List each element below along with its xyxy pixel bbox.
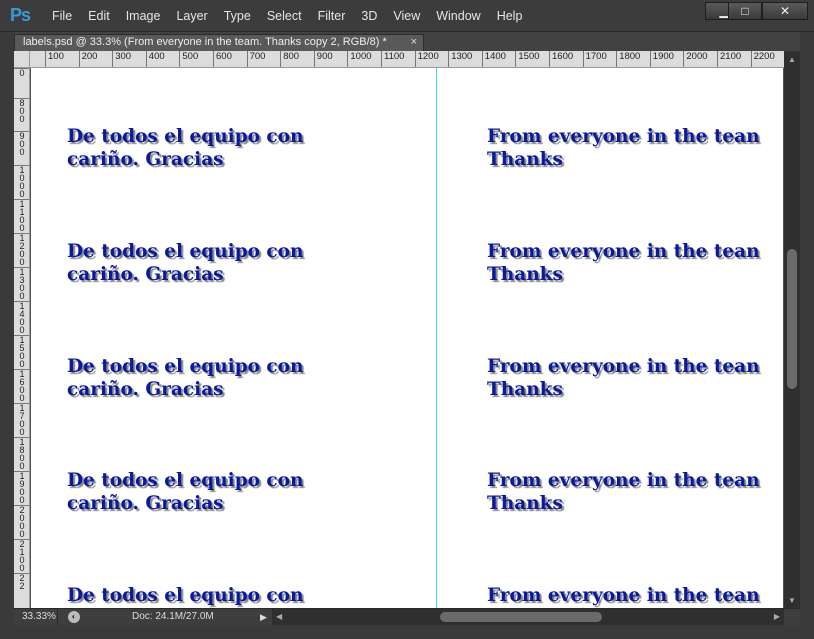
ruler-h-tick: 500	[179, 51, 198, 67]
document-info: Doc: 24.1M/27.0M	[132, 611, 214, 622]
label-text-left[interactable]: De todos el equipo con cariño. Gracias	[67, 355, 303, 401]
ruler-v-tick: 9 0 0	[14, 131, 29, 157]
label-text-right[interactable]: From everyone in the tean Thanks	[487, 355, 760, 401]
ruler-v-tick: 1 4 0 0	[14, 301, 29, 335]
ruler-h-tick: 2000	[683, 51, 708, 67]
ruler-h-tick: 1400	[481, 51, 506, 67]
ruler-v-tick: 1 0 0 0	[14, 165, 29, 199]
label-text-right[interactable]: From everyone in the tean Thanks	[487, 469, 760, 515]
ruler-v-tick: 1 8 0 0	[14, 437, 29, 471]
label-text-left[interactable]: De todos el equipo con cariño. Gracias	[67, 240, 303, 286]
ruler-v-tick: 1 9 0 0	[14, 471, 29, 505]
menu-filter[interactable]: Filter	[310, 0, 354, 32]
ruler-h-tick: 300	[112, 51, 131, 67]
ruler-v-tick: 1 6 0 0	[14, 369, 29, 403]
label-text-left[interactable]: De todos el equipo con	[67, 584, 303, 607]
ruler-v-tick: 1 1 0 0	[14, 199, 29, 233]
ruler-h-tick: 1500	[515, 51, 540, 67]
ruler-h-tick: 600	[213, 51, 232, 67]
label-text-right[interactable]: From everyone in the tean Thanks	[487, 240, 760, 286]
ruler-h-tick: 1800	[616, 51, 640, 67]
document-tab-strip: labels.psd @ 33.3% (From everyone in the…	[14, 32, 800, 51]
tab-close-icon[interactable]: ×	[411, 35, 417, 50]
right-panel	[800, 32, 814, 639]
menu-select[interactable]: Select	[259, 0, 310, 32]
scroll-down-icon[interactable]: ▼	[784, 596, 800, 606]
menu-bar: Ps File Edit Image Layer Type Select Fil…	[0, 0, 814, 32]
photoshop-logo: Ps	[10, 5, 31, 25]
vertical-guide[interactable]	[436, 68, 437, 608]
menu-help[interactable]: Help	[489, 0, 531, 32]
ruler-corner[interactable]	[14, 51, 30, 68]
ruler-h-tick: 700	[246, 51, 265, 67]
ruler-h-tick: 1300	[448, 51, 472, 67]
status-bar: 33.33% ◐ Doc: 24.1M/27.0M ▶ ◀ ▶	[14, 608, 800, 625]
vertical-ruler[interactable]: 08 0 09 0 01 0 0 01 1 0 01 2 0 01 3 0 01…	[14, 68, 30, 608]
ruler-h-tick: 900	[313, 51, 333, 67]
menu-window[interactable]: Window	[428, 0, 488, 32]
scroll-up-icon[interactable]: ▲	[784, 55, 800, 65]
status-menu-arrow-icon[interactable]: ▶	[260, 609, 267, 625]
label-text-left[interactable]: De todos el equipo con cariño. Gracias	[67, 125, 303, 171]
ruler-v-tick: 1 3 0 0	[14, 267, 29, 301]
horizontal-scrollbar[interactable]: ◀ ▶	[272, 609, 784, 625]
document-status-icon[interactable]: ◐	[68, 611, 80, 623]
ruler-v-tick: 1 7 0 0	[14, 403, 29, 437]
scroll-left-icon[interactable]: ◀	[276, 609, 282, 625]
vertical-scrollbar[interactable]: ▲ ▼	[784, 51, 800, 608]
label-text-right[interactable]: From everyone in the tean	[487, 584, 760, 607]
ruler-v-tick: 2 1 0 0	[14, 539, 29, 573]
document-tab[interactable]: labels.psd @ 33.3% (From everyone in the…	[14, 34, 424, 51]
ruler-h-tick: 2200	[750, 51, 775, 67]
ruler-v-tick: 2 0 0 0	[14, 505, 29, 539]
zoom-level[interactable]: 33.33%	[14, 609, 58, 625]
menu-file[interactable]: File	[44, 0, 80, 32]
ruler-h-tick: 800	[280, 51, 299, 67]
vertical-scroll-thumb[interactable]	[787, 249, 797, 389]
ruler-h-tick: 1700	[582, 51, 607, 67]
ruler-v-tick: 0	[14, 68, 29, 78]
label-text-left[interactable]: De todos el equipo con cariño. Gracias	[67, 469, 303, 515]
ruler-v-tick: 1 2 0 0	[14, 233, 29, 267]
document-tab-title: labels.psd @ 33.3% (From everyone in the…	[23, 36, 387, 48]
menu-layer[interactable]: Layer	[168, 0, 215, 32]
ruler-v-tick: 2 2	[14, 573, 29, 591]
horizontal-ruler[interactable]: 100 200 300 400 500 600 700 800 900 1000 1100 1200 1…	[30, 51, 784, 68]
menu-image[interactable]: Image	[118, 0, 169, 32]
left-panel	[0, 32, 14, 639]
close-window-button[interactable]: ✕	[762, 2, 808, 20]
ruler-h-tick: 1000	[347, 51, 372, 67]
ruler-h-tick: 100	[45, 51, 64, 67]
ruler-v-tick: 1 5 0 0	[14, 335, 29, 369]
menu-type[interactable]: Type	[216, 0, 259, 32]
ruler-h-tick: 1600	[549, 51, 573, 67]
scroll-right-icon[interactable]: ▶	[774, 609, 780, 625]
maximize-button[interactable]: □	[728, 2, 762, 20]
label-text-right[interactable]: From everyone in the tean Thanks	[487, 125, 760, 171]
menu-view[interactable]: View	[385, 0, 428, 32]
ruler-h-tick: 400	[145, 51, 165, 67]
ruler-v-tick: 8 0 0	[14, 98, 29, 124]
ruler-h-tick: 2100	[717, 51, 741, 67]
ruler-h-tick: 1100	[381, 51, 404, 67]
main-menu: File Edit Image Layer Type Select Filter…	[44, 0, 530, 32]
horizontal-scroll-thumb[interactable]	[440, 612, 602, 622]
menu-3d[interactable]: 3D	[353, 0, 385, 32]
menu-edit[interactable]: Edit	[80, 0, 118, 32]
ruler-h-tick: 1200	[414, 51, 439, 67]
ruler-h-tick: 200	[78, 51, 97, 67]
bottom-frame	[0, 625, 814, 639]
ruler-h-tick: 1900	[649, 51, 674, 67]
document-canvas[interactable]: De todos el equipo con cariño. Gracias D…	[31, 68, 783, 608]
